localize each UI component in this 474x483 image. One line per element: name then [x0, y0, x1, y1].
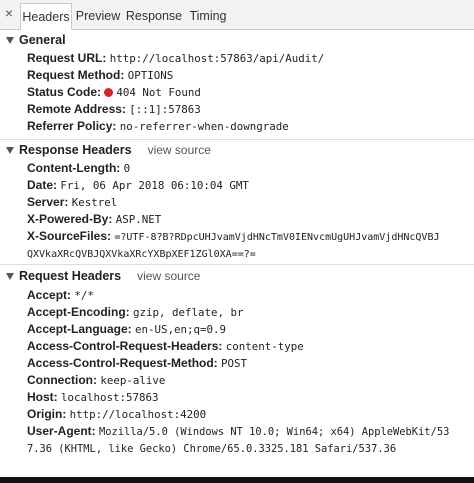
accept-encoding-row: Accept-Encoding: gzip, deflate, br [27, 304, 470, 320]
response-headers-section-header[interactable]: Response Headers view source [0, 142, 211, 158]
referrer-policy-row: Referrer Policy: no-referrer-when-downgr… [27, 118, 470, 134]
header-value: http://localhost:57863/api/Audit/ [109, 52, 325, 65]
header-value: OPTIONS [127, 69, 174, 82]
x-sourcefiles-row: X-SourceFiles: =?UTF-8?B?RDpcUHJvamVjdHN… [27, 228, 470, 244]
header-key: Content-Length: [27, 161, 121, 175]
status-code-row: Status Code: 404 Not Found [27, 84, 470, 100]
header-value: Mozilla/5.0 (Windows NT 10.0; Win64; x64… [99, 426, 450, 438]
header-value: Fri, 06 Apr 2018 06:10:04 GMT [60, 179, 249, 192]
header-key: Request Method: [27, 68, 125, 82]
status-error-dot-icon [104, 88, 114, 97]
header-key: Access-Control-Request-Method: [27, 356, 218, 370]
connection-row: Connection: keep-alive [27, 372, 470, 388]
close-icon[interactable]: × [2, 5, 16, 21]
tab-headers[interactable]: Headers [20, 3, 72, 30]
content-length-row: Content-Length: 0 [27, 160, 470, 176]
server-row: Server: Kestrel [27, 194, 470, 210]
user-agent-row: User-Agent: Mozilla/5.0 (Windows NT 10.0… [27, 423, 470, 439]
accept-language-row: Accept-Language: en-US,en;q=0.9 [27, 321, 470, 337]
x-powered-by-row: X-Powered-By: ASP.NET [27, 211, 470, 227]
header-key: Server: [27, 195, 69, 209]
request-url-row: Request URL: http://localhost:57863/api/… [27, 50, 470, 66]
accept-row: Accept: */* [27, 287, 470, 303]
access-control-request-method-row: Access-Control-Request-Method: POST [27, 355, 470, 371]
header-key: Date: [27, 178, 58, 192]
header-value-continued: 7.36 (KHTML, like Gecko) Chrome/65.0.332… [27, 443, 397, 455]
collapse-triangle-icon[interactable] [6, 36, 14, 44]
response-headers-title: Response Headers [19, 143, 132, 157]
header-value: localhost:57863 [61, 391, 159, 404]
header-key: Host: [27, 390, 58, 404]
header-value: */* [74, 289, 94, 302]
section-divider [0, 264, 474, 265]
user-agent-continuation: 7.36 (KHTML, like Gecko) Chrome/65.0.332… [27, 440, 470, 456]
access-control-request-headers-row: Access-Control-Request-Headers: content-… [27, 338, 470, 354]
collapse-triangle-icon[interactable] [6, 146, 14, 154]
date-row: Date: Fri, 06 Apr 2018 06:10:04 GMT [27, 177, 470, 193]
header-value: no-referrer-when-downgrade [119, 120, 289, 133]
request-method-row: Request Method: OPTIONS [27, 67, 470, 83]
window-bottom-edge [0, 477, 474, 483]
header-key: X-Powered-By: [27, 212, 113, 226]
tab-bar: × Headers Preview Response Timing [0, 0, 474, 30]
header-key: Accept-Language: [27, 322, 132, 336]
section-divider [0, 139, 474, 140]
header-key: Remote Address: [27, 102, 126, 116]
header-value: [::1]:57863 [129, 103, 201, 116]
header-key: User-Agent: [27, 424, 96, 438]
general-title: General [19, 33, 66, 47]
header-key: Access-Control-Request-Headers: [27, 339, 223, 353]
header-value: 404 Not Found [116, 86, 201, 99]
header-value: keep-alive [100, 374, 166, 387]
tab-response[interactable]: Response [124, 3, 184, 30]
header-key: Accept: [27, 288, 72, 302]
general-section-header[interactable]: General [0, 32, 66, 48]
header-value: =?UTF-8?B?RDpcUHJvamVjdHNcTmV0IENvcmUgUH… [114, 232, 440, 243]
header-value: http://localhost:4200 [69, 408, 207, 421]
header-key: Referrer Policy: [27, 119, 117, 133]
header-value: content-type [225, 340, 304, 353]
request-headers-title: Request Headers [19, 269, 122, 283]
collapse-triangle-icon[interactable] [6, 272, 14, 280]
tab-timing[interactable]: Timing [186, 3, 230, 30]
header-value-continued: QXVkaXRcQVBJQXVkaXRcYXBpXEF1ZGl0XA==?= [27, 249, 256, 260]
view-source-link[interactable]: view source [148, 143, 211, 157]
header-value: Kestrel [71, 196, 118, 209]
origin-row: Origin: http://localhost:4200 [27, 406, 470, 422]
tab-preview[interactable]: Preview [74, 3, 122, 30]
remote-address-row: Remote Address: [::1]:57863 [27, 101, 470, 117]
header-value: 0 [123, 162, 131, 175]
request-headers-section-header[interactable]: Request Headers view source [0, 268, 200, 284]
header-key: Origin: [27, 407, 67, 421]
header-value: gzip, deflate, br [133, 306, 244, 319]
header-key: Request URL: [27, 51, 107, 65]
header-value: POST [221, 357, 248, 370]
header-key: Connection: [27, 373, 97, 387]
view-source-link[interactable]: view source [137, 269, 200, 283]
header-value: ASP.NET [115, 213, 162, 226]
header-value: en-US,en;q=0.9 [135, 323, 227, 336]
x-sourcefiles-continuation: QXVkaXRcQVBJQXVkaXRcYXBpXEF1ZGl0XA==?= [27, 245, 470, 261]
host-row: Host: localhost:57863 [27, 389, 470, 405]
header-key: Accept-Encoding: [27, 305, 130, 319]
header-key: X-SourceFiles: [27, 229, 112, 243]
header-key: Status Code: [27, 85, 102, 99]
